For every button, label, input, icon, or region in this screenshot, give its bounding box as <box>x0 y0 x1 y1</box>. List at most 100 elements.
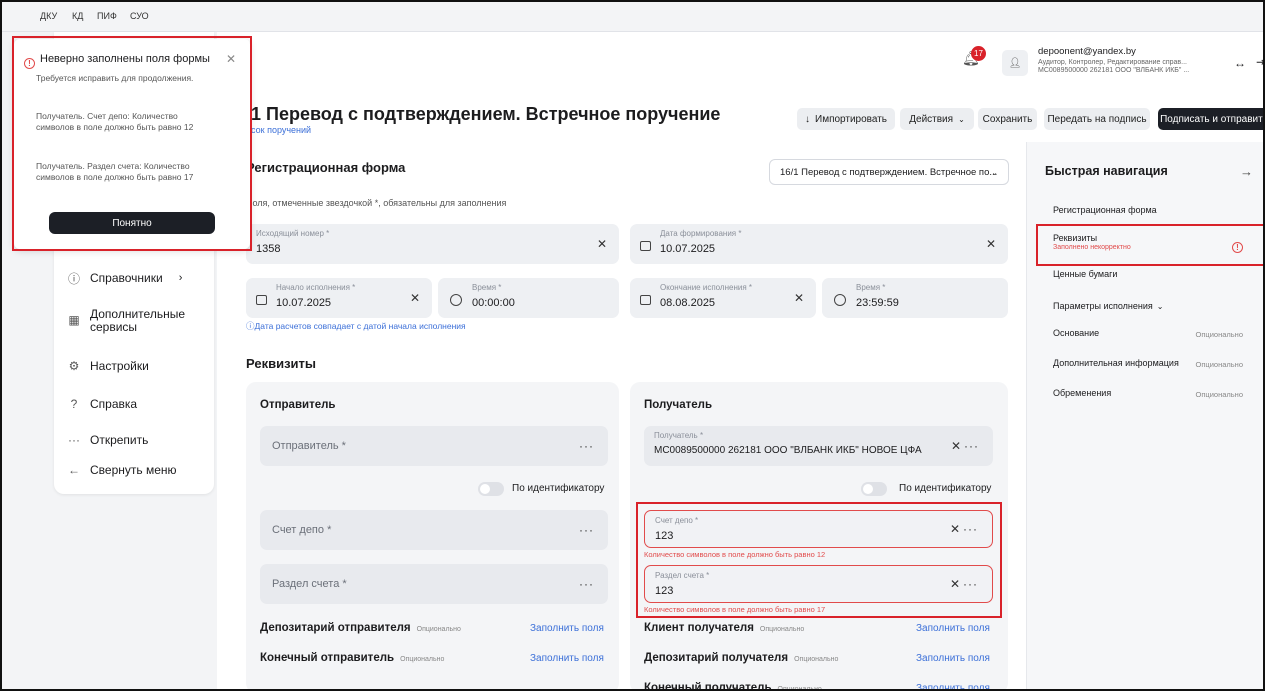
nav-requisites-label: Реквизиты <box>1053 233 1098 243</box>
user-info[interactable]: depoonent@yandex.by Аудитор, Контролер, … <box>1038 46 1228 74</box>
sender-account-section-field[interactable]: Раздел счета * ··· <box>260 564 608 604</box>
nav-basis[interactable]: Основание <box>1053 328 1099 338</box>
end-time-field[interactable]: Время * 23:59:59 <box>822 278 1008 318</box>
nav-encumbrances[interactable]: Обременения <box>1053 388 1111 398</box>
arrow-left-icon: ← <box>68 463 80 477</box>
question-circle-icon: ? <box>70 397 78 411</box>
sidebar-item-label: Открепить <box>90 433 149 447</box>
field-label: Время * <box>472 283 502 292</box>
sidebar-item-label: Дополнительные сервисы <box>90 307 185 334</box>
sidebar-item-references[interactable]: ⓘ Справочники › <box>66 270 182 286</box>
alert-line-3: Получатель. Раздел счета: Количество сим… <box>36 161 194 182</box>
actions-button[interactable]: Действия ⌄ <box>900 108 974 130</box>
nav-exec-params-label: Параметры исполнения <box>1053 301 1153 311</box>
chevron-down-icon: ⌄ <box>1156 302 1164 311</box>
receiver-title: Получатель <box>644 399 713 411</box>
arrow-right-icon[interactable]: → <box>1240 164 1253 179</box>
user-org: МС0089500000 262181 ООО "ВЛБАНК ИКБ" ... <box>1038 67 1190 74</box>
receiver-depo-account-field[interactable]: Счет депо * 123 ✕ ··· <box>644 510 993 548</box>
field-label: Время * <box>856 283 886 292</box>
more-icon[interactable]: ··· <box>964 439 979 453</box>
creation-date-field[interactable]: Дата формирования * 10.07.2025 ✕ <box>630 224 1008 264</box>
optional-tag: Опционально <box>416 626 461 633</box>
logout-icon[interactable]: ⇥ <box>1256 55 1263 69</box>
tab-dku[interactable]: ДКУ <box>40 11 57 21</box>
alert-line-1: Требуется исправить для продолжения. <box>36 73 194 83</box>
sender-final-fill-link[interactable]: Заполнить поля <box>530 653 604 664</box>
field-label: Дата формирования * <box>660 229 742 238</box>
sender-depositary-fill-link[interactable]: Заполнить поля <box>530 623 604 634</box>
chevron-down-icon: ⌄ <box>958 114 965 124</box>
info-circle-icon: ⓘ <box>67 271 80 286</box>
receiver-section-error: Количество символов в поле должно быть р… <box>644 605 826 614</box>
receiver-account-section-field[interactable]: Раздел счета * 123 ✕ ··· <box>644 565 993 603</box>
ok-button[interactable]: Понятно <box>49 212 215 234</box>
more-icon[interactable]: ··· <box>579 577 594 591</box>
more-icon[interactable]: ··· <box>579 523 594 537</box>
sidebar-item-label: Свернуть меню <box>90 463 177 477</box>
field-placeholder: Отправитель * <box>272 440 346 452</box>
date-note: ⓘДата расчетов совпадает с датой начала … <box>246 320 466 332</box>
clear-icon[interactable]: ✕ <box>597 237 607 251</box>
receiver-final-fill-link[interactable]: Заполнить поля <box>916 683 990 689</box>
import-button[interactable]: ↓ Импортировать <box>797 108 895 130</box>
order-type-select[interactable]: 16/1 Перевод с подтверждением. Встречное… <box>769 159 1009 185</box>
optional-tag: Опционально <box>759 626 805 633</box>
start-time-field[interactable]: Время * 00:00:00 <box>438 278 619 318</box>
field-value: 123 <box>655 530 674 542</box>
sign-and-send-button[interactable]: Подписать и отправить <box>1158 108 1263 130</box>
field-label: Начало исполнения * <box>276 283 356 292</box>
calendar-icon <box>640 241 651 251</box>
clear-icon[interactable]: ✕ <box>410 291 420 305</box>
sidebar-item-help[interactable]: ? Справка <box>66 396 137 412</box>
send-to-sign-button[interactable]: Передать на подпись <box>1044 108 1150 130</box>
more-icon[interactable]: ··· <box>963 522 978 536</box>
nav-requisites[interactable]: Реквизиты Заполнено некорректно <box>1053 233 1131 251</box>
tab-suo[interactable]: СУО <box>130 11 149 21</box>
save-button[interactable]: Сохранить <box>978 108 1037 130</box>
receiver-by-id-toggle[interactable] <box>861 482 887 496</box>
close-icon[interactable]: ✕ <box>226 52 236 66</box>
more-icon[interactable]: ··· <box>579 439 594 453</box>
nav-additional-info[interactable]: Дополнительная информация <box>1053 358 1179 368</box>
receiver-client-fill-link[interactable]: Заполнить поля <box>916 623 990 634</box>
swap-icon[interactable]: ↔ <box>1234 56 1246 70</box>
sidebar-item-settings[interactable]: ⚙ Настройки <box>66 358 149 374</box>
field-value: 1358 <box>256 243 281 255</box>
info-icon: ⓘ <box>246 321 255 331</box>
notification-badge: 17 <box>971 46 986 61</box>
end-date-field[interactable]: Окончание исполнения * 08.08.2025 ✕ <box>630 278 816 318</box>
alert-title: Неверно заполнены поля формы <box>40 53 210 65</box>
start-date-field[interactable]: Начало исполнения * 10.07.2025 ✕ <box>246 278 432 318</box>
nav-registration-form[interactable]: Регистрационная форма <box>1053 205 1157 215</box>
sidebar-item-services[interactable]: ▦ Дополнительные сервисы <box>66 307 185 334</box>
sidebar-item-collapse[interactable]: ← Свернуть меню <box>66 462 177 478</box>
tab-pif[interactable]: ПИФ <box>97 11 117 21</box>
clear-icon[interactable]: ✕ <box>794 291 804 305</box>
receiver-field[interactable]: Получатель * МС0089500000 262181 ООО "ВЛ… <box>644 426 993 466</box>
field-value: 23:59:59 <box>856 297 899 309</box>
clear-icon[interactable]: ✕ <box>950 577 960 591</box>
clear-icon[interactable]: ✕ <box>986 237 996 251</box>
more-icon[interactable]: ··· <box>963 577 978 591</box>
clear-icon[interactable]: ✕ <box>950 522 960 536</box>
sender-field[interactable]: Отправитель * ··· <box>260 426 608 466</box>
row-label: Депозитарий получателя <box>644 652 789 664</box>
field-value: 08.08.2025 <box>660 297 716 309</box>
tab-kd[interactable]: КД <box>72 11 83 21</box>
receiver-depositary-fill-link[interactable]: Заполнить поля <box>916 653 990 664</box>
nav-securities[interactable]: Ценные бумаги <box>1053 269 1117 279</box>
nav-exec-params[interactable]: Параметры исполнения ⌄ <box>1053 301 1164 311</box>
row-label: Депозитарий отправителя <box>260 622 411 634</box>
breadcrumb[interactable]: исок поручений <box>246 125 311 135</box>
row-label: Клиент получателя <box>644 622 754 634</box>
sidebar-item-label: Справочники <box>90 271 163 285</box>
calendar-icon <box>256 295 267 305</box>
sender-by-id-toggle[interactable] <box>478 482 504 496</box>
avatar[interactable]: 👤︎ <box>1002 50 1028 76</box>
sender-depo-account-field[interactable]: Счет депо * ··· <box>260 510 608 550</box>
grid-icon: ▦ <box>68 313 80 327</box>
sidebar-item-unpin[interactable]: ··· Открепить <box>66 432 148 448</box>
outgoing-number-field[interactable]: Исходящий номер * 1358 ✕ <box>246 224 619 264</box>
clear-icon[interactable]: ✕ <box>951 439 961 453</box>
